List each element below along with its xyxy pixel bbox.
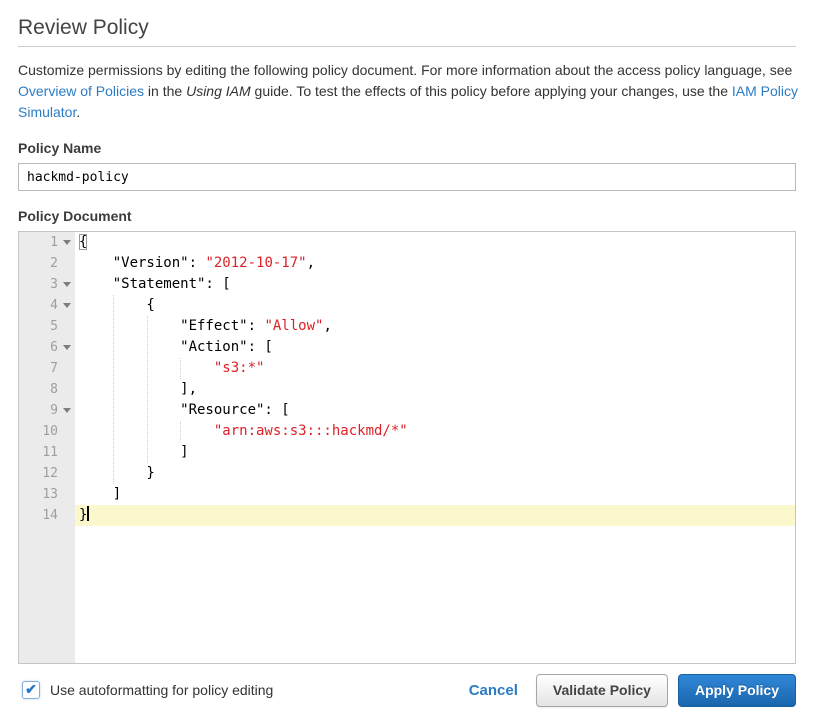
code-line[interactable]: "s3:*" [75,358,795,379]
page-title: Review Policy [18,0,796,40]
json-string-value: "arn:aws:s3:::hackmd/*" [214,423,408,439]
json-code-token: } [79,465,155,481]
json-code-token: "Statement": [ [79,276,231,292]
policy-name-input[interactable] [18,163,796,191]
gutter-line-number: 3 [19,274,75,295]
fold-toggle-icon[interactable] [63,345,71,350]
json-string-value: "2012-10-17" [205,255,306,271]
autoformat-option: ✔ Use autoformatting for policy editing [18,681,273,699]
gutter-line-number: 10 [19,421,75,442]
json-code-token: } [79,507,87,523]
gutter-line-number: 6 [19,337,75,358]
inline-link[interactable]: Overview of Policies [18,83,144,99]
code-line[interactable]: ] [75,484,795,505]
cancel-link[interactable]: Cancel [469,682,518,699]
code-line[interactable]: "arn:aws:s3:::hackmd/*" [75,421,795,442]
footer-bar: ✔ Use autoformatting for policy editing … [18,673,796,707]
code-line[interactable]: } [75,505,795,526]
code-line[interactable]: "Statement": [ [75,274,795,295]
checkmark-icon: ✔ [25,682,37,696]
title-divider [18,46,796,47]
validate-policy-button[interactable]: Validate Policy [536,674,668,707]
code-line[interactable]: "Action": [ [75,337,795,358]
fold-toggle-icon[interactable] [63,303,71,308]
json-code-token: , [307,255,315,271]
code-line[interactable]: { [75,232,795,253]
code-line[interactable]: "Version": "2012-10-17", [75,253,795,274]
json-code-token: ], [79,381,197,397]
code-line[interactable]: } [75,463,795,484]
json-code-token: "Resource": [ [79,402,290,418]
json-code-token: "Effect": [79,318,264,334]
fold-toggle-icon[interactable] [63,240,71,245]
intro-text: Customize permissions by editing the fol… [18,60,798,123]
gutter-line-number: 13 [19,484,75,505]
json-code-token: "Action": [ [79,339,273,355]
autoformat-label: Use autoformatting for policy editing [50,682,273,698]
intro-segment: Customize permissions by editing the fol… [18,62,792,78]
text-cursor [87,506,89,521]
json-code-token: { [79,297,155,313]
editor-gutter: 1234567891011121314 [19,232,75,663]
code-line[interactable]: ], [75,379,795,400]
gutter-line-number: 4 [19,295,75,316]
footer-actions: Cancel Validate Policy Apply Policy [469,674,796,707]
json-code-token: { [79,234,87,250]
json-code-token: ] [79,444,189,460]
policy-name-label: Policy Name [18,140,796,156]
indent-guide [180,358,181,379]
apply-policy-button[interactable]: Apply Policy [678,674,796,707]
fold-toggle-icon[interactable] [63,408,71,413]
gutter-line-number: 5 [19,316,75,337]
code-line[interactable]: { [75,295,795,316]
gutter-line-number: 11 [19,442,75,463]
gutter-line-number: 12 [19,463,75,484]
code-line[interactable]: "Resource": [ [75,400,795,421]
italic-text: Using IAM [186,83,251,99]
policy-document-editor[interactable]: 1234567891011121314 { "Version": "2012-1… [18,231,796,664]
indent-guide [180,421,181,442]
autoformat-checkbox[interactable]: ✔ [22,681,40,699]
indent-guide [147,316,148,463]
json-code-token: ] [79,486,121,502]
gutter-line-number: 8 [19,379,75,400]
indent-guide [113,295,114,484]
gutter-line-number: 2 [19,253,75,274]
gutter-line-number: 9 [19,400,75,421]
fold-toggle-icon[interactable] [63,282,71,287]
intro-segment: in the [144,83,186,99]
policy-document-label: Policy Document [18,208,796,224]
json-code-token: "Version": [79,255,205,271]
json-code-token: , [323,318,331,334]
gutter-line-number: 14 [19,505,75,526]
gutter-line-number: 1 [19,232,75,253]
code-line[interactable]: ] [75,442,795,463]
intro-segment: guide. To test the effects of this polic… [251,83,732,99]
code-line[interactable]: "Effect": "Allow", [75,316,795,337]
gutter-line-number: 7 [19,358,75,379]
json-string-value: "Allow" [264,318,323,334]
json-string-value: "s3:*" [214,360,265,376]
review-policy-page: Review Policy Customize permissions by e… [0,0,814,719]
intro-segment: . [76,104,80,120]
editor-code-area[interactable]: { "Version": "2012-10-17", "Statement": … [75,232,795,663]
